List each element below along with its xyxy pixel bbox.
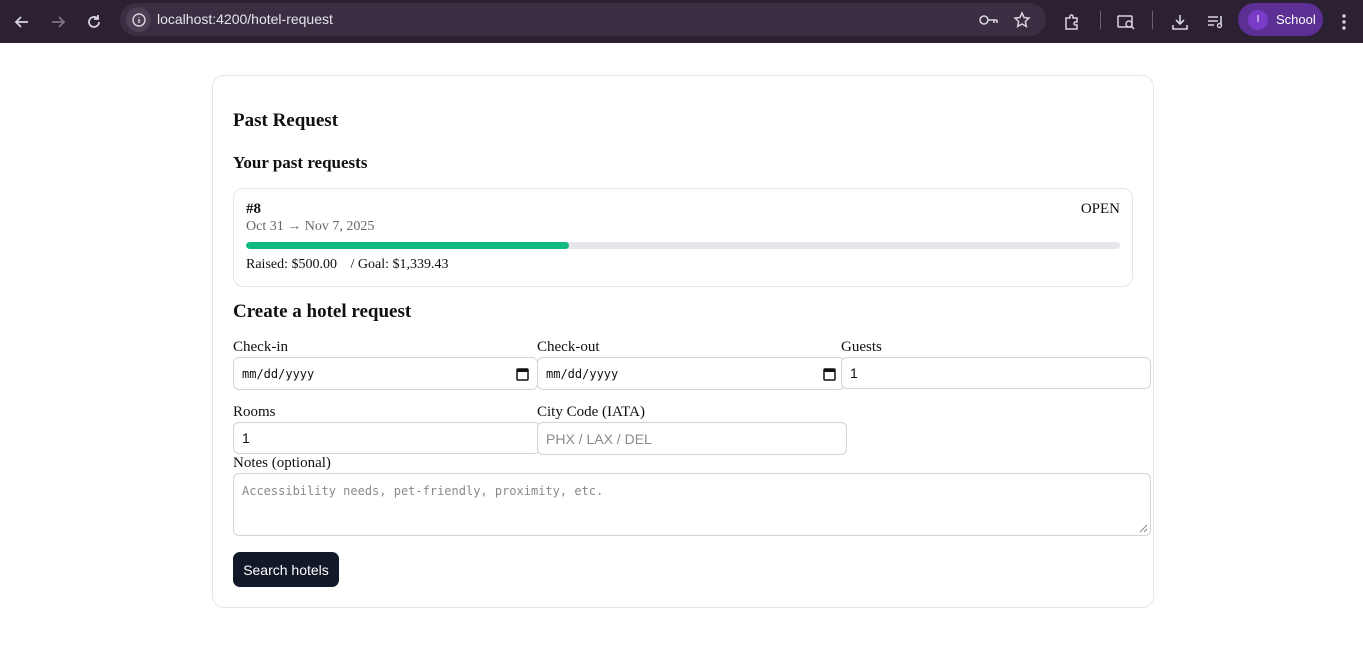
tab-search-icon xyxy=(1117,15,1135,30)
notes-placeholder: Accessibility needs, pet-friendly, proxi… xyxy=(242,484,604,498)
checkin-date-value: mm/dd/yyyy xyxy=(242,366,315,381)
site-info-icon[interactable] xyxy=(126,7,151,32)
reload-button[interactable] xyxy=(80,8,108,36)
city-code-placeholder: PHX / LAX / DEL xyxy=(546,430,652,447)
request-dates: Oct 31 → Nov 7, 2025 xyxy=(246,219,375,234)
notes-label: Notes (optional) xyxy=(233,455,331,471)
resize-handle-icon[interactable] xyxy=(1139,524,1148,533)
forward-button[interactable] xyxy=(44,8,72,36)
toolbar-divider xyxy=(1100,11,1101,29)
reading-list-button[interactable] xyxy=(1202,8,1230,36)
notes-textarea[interactable]: Accessibility needs, pet-friendly, proxi… xyxy=(233,473,1151,536)
extensions-button[interactable] xyxy=(1058,8,1086,36)
search-hotels-button[interactable]: Search hotels xyxy=(233,552,339,587)
request-id: #8 xyxy=(246,201,261,217)
toolbar-divider xyxy=(1152,11,1153,29)
bookmark-star-icon[interactable] xyxy=(1011,9,1033,31)
checkout-date-value: mm/dd/yyyy xyxy=(546,366,619,381)
browser-menu-button[interactable] xyxy=(1330,8,1358,36)
kebab-menu-icon xyxy=(1342,14,1346,30)
funding-progress-bar xyxy=(246,242,1120,249)
guests-label: Guests xyxy=(841,339,882,355)
download-icon xyxy=(1172,15,1188,30)
city-code-label: City Code (IATA) xyxy=(537,404,645,420)
rooms-value: 1 xyxy=(242,430,250,446)
downloads-button[interactable] xyxy=(1166,8,1194,36)
checkin-label: Check-in xyxy=(233,339,288,355)
status-badge: OPEN xyxy=(1080,201,1120,217)
back-button[interactable] xyxy=(8,8,36,36)
url-text[interactable]: localhost:4200/hotel-request xyxy=(157,11,333,27)
profile-button[interactable]: I School xyxy=(1238,3,1323,36)
forward-arrow-icon xyxy=(52,16,66,28)
profile-name: School xyxy=(1276,12,1316,27)
checkout-date-input[interactable]: mm/dd/yyyy xyxy=(537,357,845,390)
funding-amounts: Raised: $500.00 / Goal: $1,339.43 xyxy=(246,257,449,273)
checkin-date-input[interactable]: mm/dd/yyyy xyxy=(233,357,538,390)
goal-amount: / Goal: $1,339.43 xyxy=(350,257,449,272)
media-queue-icon xyxy=(1208,16,1223,29)
raised-amount: Raised: $500.00 xyxy=(246,257,337,272)
puzzle-icon xyxy=(1065,14,1078,30)
checkout-label: Check-out xyxy=(537,339,600,355)
calendar-icon[interactable] xyxy=(516,367,529,381)
password-key-icon[interactable] xyxy=(978,9,1000,31)
guests-value: 1 xyxy=(850,365,858,381)
funding-progress-fill xyxy=(246,242,570,249)
create-request-heading: Create a hotel request xyxy=(233,301,412,322)
city-code-input[interactable]: PHX / LAX / DEL xyxy=(537,422,847,455)
rooms-label: Rooms xyxy=(233,404,276,420)
past-request-heading: Past Request xyxy=(233,110,339,131)
past-request-item[interactable]: #8 OPEN Oct 31 → Nov 7, 2025 Raised: $50… xyxy=(233,188,1133,287)
search-tabs-button[interactable] xyxy=(1112,8,1140,36)
reload-icon xyxy=(88,15,100,28)
calendar-icon[interactable] xyxy=(823,367,836,381)
hotel-request-card: Past Request Your past requests #8 OPEN … xyxy=(212,75,1154,608)
guests-input[interactable]: 1 xyxy=(841,357,1151,389)
address-bar[interactable]: localhost:4200/hotel-request xyxy=(120,3,1046,36)
browser-toolbar: localhost:4200/hotel-request I School xyxy=(0,0,1363,43)
rooms-input[interactable]: 1 xyxy=(233,422,541,454)
profile-avatar: I xyxy=(1248,9,1268,30)
past-requests-subheading: Your past requests xyxy=(233,153,368,172)
back-arrow-icon xyxy=(14,16,28,28)
